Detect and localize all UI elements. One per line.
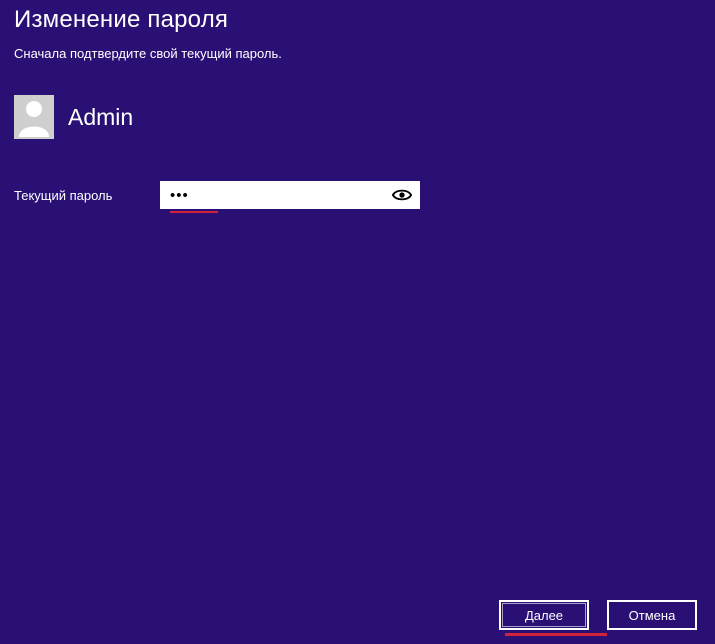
password-row: Текущий пароль [14,181,715,209]
password-input-wrap [160,181,420,209]
username: Admin [68,104,133,131]
page-subtitle: Сначала подтвердите свой текущий пароль. [14,46,701,61]
annotation-underline-input [170,211,218,213]
user-icon [17,97,51,137]
cancel-button[interactable]: Отмена [607,600,697,630]
reveal-password-button[interactable] [388,181,416,209]
annotation-underline-next [505,633,607,636]
user-row: Admin [14,95,715,139]
avatar [14,95,54,139]
next-button[interactable]: Далее [499,600,589,630]
eye-icon [392,188,412,202]
button-row: Далее Отмена [499,600,697,630]
page-title: Изменение пароля [14,6,701,34]
current-password-input[interactable] [160,181,420,209]
password-label: Текущий пароль [14,188,160,203]
